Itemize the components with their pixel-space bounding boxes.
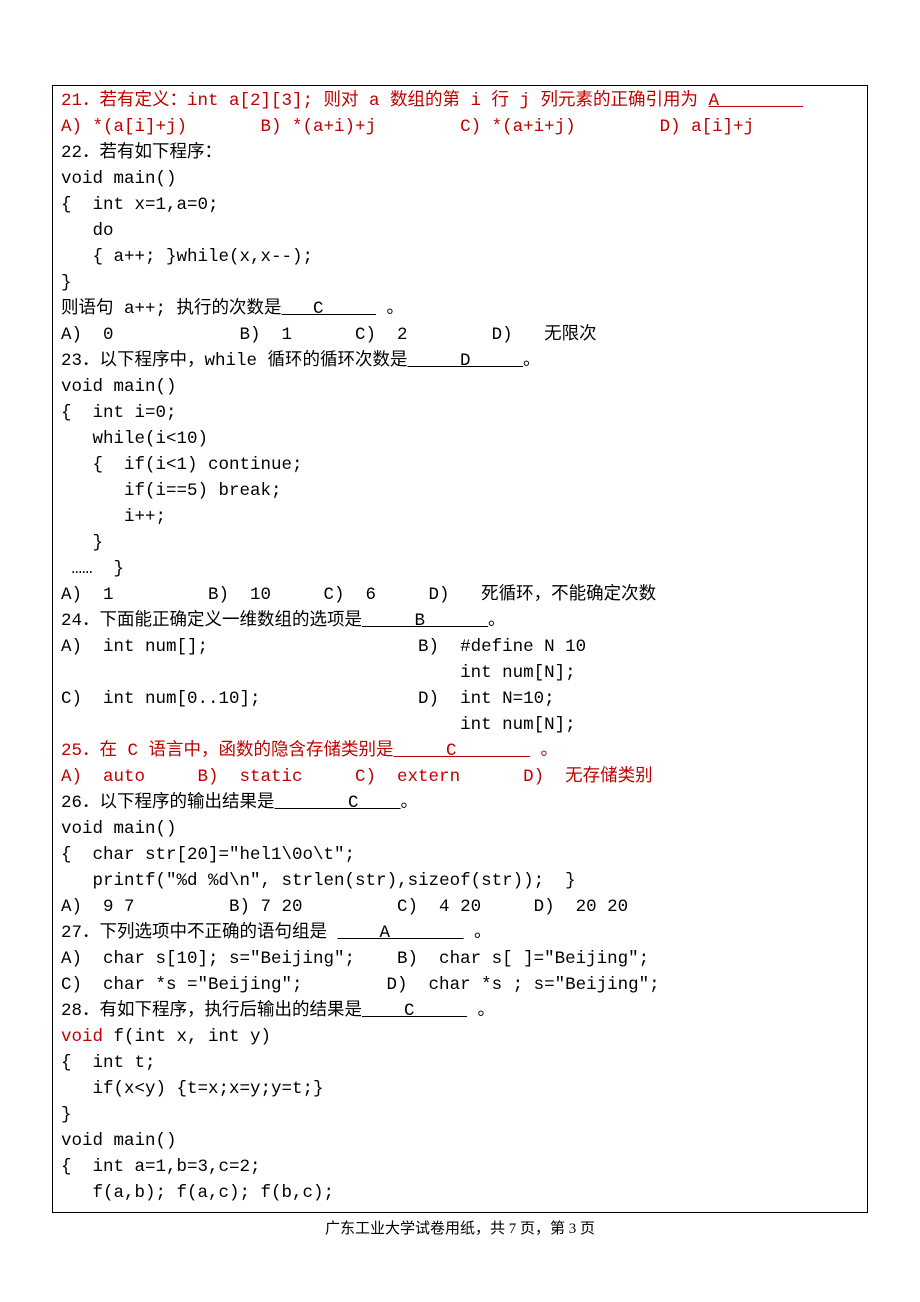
q28-code-7: f(a,b); f(a,c); f(b,c);: [61, 1183, 334, 1203]
q28-code-4: }: [61, 1105, 72, 1125]
q28-answer: C: [362, 1001, 467, 1021]
q26-code-3: printf("%d %d\n", strlen(str),sizeof(str…: [61, 871, 576, 891]
q23-code-5: if(i==5) break;: [61, 481, 282, 501]
q22-options: A) 0 B) 1 C) 2 D) 无限次: [61, 325, 597, 345]
q24-row-4: int num[N];: [61, 715, 576, 735]
q21-opt-d: D) a[i]+j: [660, 117, 755, 137]
q22-answer: C: [282, 299, 377, 319]
q24-row-1: A) int num[]; B) #define N 10: [61, 637, 586, 657]
q28-code-2: { int t;: [61, 1053, 156, 1073]
q22-code-2: { int x=1,a=0;: [61, 195, 219, 215]
q21-opt-c: C) *(a+i+j): [460, 117, 660, 137]
q23-code-7: }: [61, 533, 103, 553]
q22-stem: 22．若有如下程序：: [61, 143, 222, 163]
q25-options: A) auto B) static C) extern D) 无存储类别: [61, 767, 653, 787]
q24-row-3: C) int num[0..10]; D) int N=10;: [61, 689, 555, 709]
q23-code-3: while(i<10): [61, 429, 208, 449]
q22-code-5: }: [61, 273, 72, 293]
q27-row-1: A) char s[10]; s="Beijing"; B) char s[ ]…: [61, 949, 649, 969]
q26-stem-b: 。: [401, 793, 419, 813]
q25-answer: C: [394, 741, 531, 761]
q21-stem: 21．若有定义：int a[2][3]; 则对 a 数组的第 i 行 j 列元素…: [61, 91, 709, 111]
page-container: 21．若有定义：int a[2][3]; 则对 a 数组的第 i 行 j 列元素…: [0, 0, 920, 1302]
q24-stem-a: 24．下面能正确定义一维数组的选项是: [61, 611, 362, 631]
q26-options: A) 9 7 B) 7 20 C) 4 20 D) 20 20: [61, 897, 628, 917]
q21-opt-b: B) *(a+i)+j: [261, 117, 461, 137]
q22-code-1: void main(): [61, 169, 177, 189]
q28-code-1a: void: [61, 1027, 103, 1047]
q26-answer: C: [275, 793, 401, 813]
q26-code-1: void main(): [61, 819, 177, 839]
q23-stem-a: 23．以下程序中，while 循环的循环次数是: [61, 351, 408, 371]
q27-row-2: C) char *s ="Beijing"; D) char *s ; s="B…: [61, 975, 660, 995]
q27-stem-a: 27．下列选项中不正确的语句组是: [61, 923, 338, 943]
q28-stem-b: 。: [467, 1001, 495, 1021]
q22-code-3: do: [61, 221, 114, 241]
q24-answer: B: [362, 611, 488, 631]
q28-code-1b: f(int x, int y): [103, 1027, 271, 1047]
q22-tail-b: 。: [376, 299, 404, 319]
q28-code-5: void main(): [61, 1131, 177, 1151]
q25-stem-a: 25．在 C 语言中，函数的隐含存储类别是: [61, 741, 394, 761]
q23-options: A) 1 B) 10 C) 6 D) 死循环，不能确定次数: [61, 585, 656, 605]
q26-code-2: { char str[20]="hel1\0o\t";: [61, 845, 355, 865]
q28-code-3: if(x<y) {t=x;x=y;y=t;}: [61, 1079, 324, 1099]
q25-stem-b: 。: [530, 741, 558, 761]
q21-opt-a: A) *(a[i]+j): [61, 117, 261, 137]
q27-stem-b: 。: [464, 923, 492, 943]
q27-answer: A: [338, 923, 464, 943]
q22-tail-a: 则语句 a++; 执行的次数是: [61, 299, 282, 319]
q23-code-4: { if(i<1) continue;: [61, 455, 303, 475]
q23-stem-b: 。: [523, 351, 541, 371]
q24-row-2: int num[N];: [61, 663, 576, 683]
q24-stem-b: 。: [488, 611, 506, 631]
q21-answer: A: [709, 91, 804, 111]
q23-code-2: { int i=0;: [61, 403, 177, 423]
content-frame: 21．若有定义：int a[2][3]; 则对 a 数组的第 i 行 j 列元素…: [52, 85, 868, 1213]
q26-stem-a: 26．以下程序的输出结果是: [61, 793, 275, 813]
page-footer: 广东工业大学试卷用纸，共 7 页，第 3 页: [52, 1217, 868, 1238]
q22-code-4: { a++; }while(x,x--);: [61, 247, 313, 267]
q23-code-1: void main(): [61, 377, 177, 397]
q23-code-8: …… }: [61, 559, 124, 579]
q28-stem-a: 28．有如下程序，执行后输出的结果是: [61, 1001, 362, 1021]
q28-code-6: { int a=1,b=3,c=2;: [61, 1157, 261, 1177]
q23-code-6: i++;: [61, 507, 166, 527]
q23-answer: D: [408, 351, 524, 371]
